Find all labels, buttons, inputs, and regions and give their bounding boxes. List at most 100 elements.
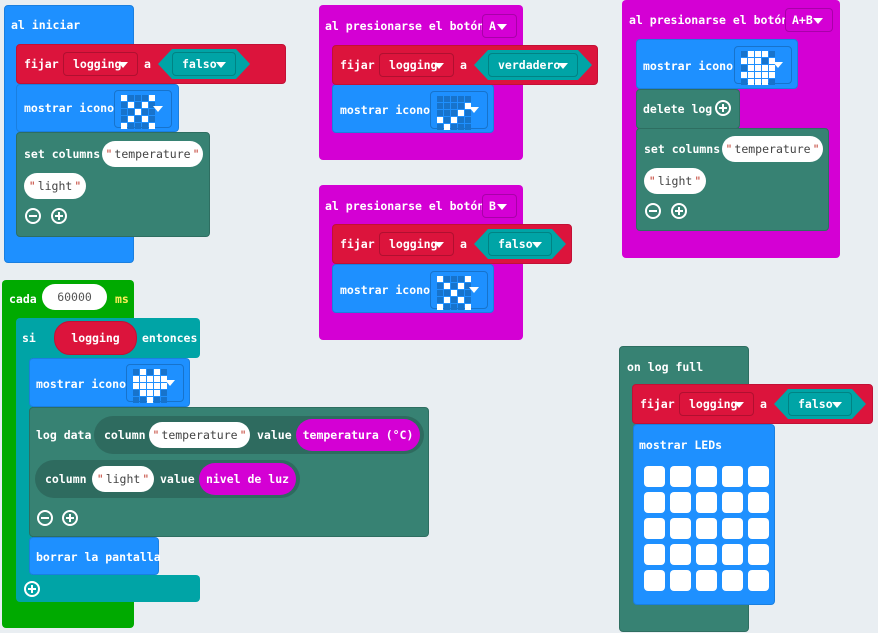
led-cell[interactable] — [696, 544, 717, 565]
led-cell[interactable] — [748, 466, 769, 487]
icon-pixel — [147, 390, 153, 396]
plus-icon[interactable] — [671, 203, 687, 219]
column-string-temperature[interactable]: temperature — [149, 422, 250, 448]
clear-screen-block[interactable]: borrar la pantalla — [29, 537, 161, 575]
button-dropdown[interactable]: B — [482, 194, 517, 218]
led-cell[interactable] — [696, 466, 717, 487]
set-variable-block[interactable]: fijar logging a falso — [16, 44, 286, 84]
led-cell[interactable] — [722, 570, 743, 591]
set-label: fijar — [24, 57, 59, 71]
boolean-dropdown[interactable]: falso — [172, 52, 236, 76]
to-label: a — [144, 57, 151, 71]
show-icon-block[interactable]: mostrar icono — [29, 358, 190, 407]
plus-icon[interactable] — [51, 208, 67, 224]
set-columns-block[interactable]: set columns temperature light — [16, 132, 210, 237]
minus-icon[interactable] — [645, 203, 661, 219]
minus-icon[interactable] — [37, 510, 53, 526]
button-dropdown[interactable]: A+B — [785, 8, 833, 32]
variable-dropdown[interactable]: logging — [63, 52, 138, 76]
clear-screen-label: borrar la pantalla — [36, 550, 161, 564]
icon-pixel — [161, 390, 167, 396]
plus-icon[interactable] — [715, 100, 731, 116]
icon-pixel — [437, 124, 443, 130]
column-string-temperature[interactable]: temperature — [102, 141, 203, 167]
column-string-light[interactable]: light — [644, 168, 706, 194]
set-variable-block[interactable]: fijar logging a verdadero — [332, 45, 598, 85]
minus-icon[interactable] — [25, 208, 41, 224]
icon-pixel — [762, 58, 768, 64]
temperature-reporter[interactable]: temperatura (°C) — [296, 419, 420, 451]
led-cell[interactable] — [748, 492, 769, 513]
boolean-block[interactable]: falso — [158, 49, 250, 79]
led-cell[interactable] — [696, 492, 717, 513]
led-cell[interactable] — [696, 570, 717, 591]
led-cell[interactable] — [670, 518, 691, 539]
led-cell[interactable] — [644, 544, 665, 565]
led-cell[interactable] — [748, 570, 769, 591]
variable-dropdown[interactable]: logging — [379, 53, 454, 77]
led-cell[interactable] — [722, 518, 743, 539]
icon-picker[interactable] — [126, 364, 184, 403]
boolean-dropdown[interactable]: verdadero — [488, 53, 578, 77]
column-string-light[interactable]: light — [24, 173, 86, 199]
boolean-block[interactable]: falso — [774, 389, 866, 419]
light-level-reporter[interactable]: nivel de luz — [199, 463, 296, 495]
led-cell[interactable] — [748, 518, 769, 539]
log-data-block[interactable]: log data column temperature value temper… — [29, 407, 429, 537]
delete-log-block[interactable]: delete log — [636, 89, 740, 129]
icon-picker[interactable] — [430, 271, 488, 310]
led-cell[interactable] — [670, 570, 691, 591]
led-cell[interactable] — [670, 492, 691, 513]
show-leds-block[interactable]: mostrar LEDs — [633, 424, 775, 605]
show-icon-block[interactable]: mostrar icono — [636, 39, 798, 89]
led-cell[interactable] — [722, 466, 743, 487]
set-label: fijar — [340, 58, 375, 72]
plus-icon[interactable] — [24, 581, 40, 597]
led-grid[interactable] — [644, 466, 769, 591]
boolean-dropdown[interactable]: falso — [488, 232, 552, 256]
led-cell[interactable] — [644, 570, 665, 591]
column-value-2[interactable]: column light value nivel de luz — [35, 460, 300, 498]
interval-dropdown[interactable]: 60000 — [42, 284, 107, 310]
led-cell[interactable] — [644, 492, 665, 513]
show-icon-block[interactable]: mostrar icono — [16, 84, 179, 132]
set-variable-block[interactable]: fijar logging a falso — [332, 224, 572, 264]
led-cell[interactable] — [696, 518, 717, 539]
icon-pixel — [154, 383, 160, 389]
plus-icon[interactable] — [62, 510, 78, 526]
icon-pixel — [465, 110, 471, 116]
boolean-dropdown[interactable]: falso — [788, 392, 852, 416]
button-dropdown[interactable]: A — [482, 14, 517, 38]
icon-pixel — [444, 117, 450, 123]
variable-dropdown[interactable]: logging — [679, 392, 754, 416]
led-cell[interactable] — [748, 544, 769, 565]
ab_icon-icon — [741, 51, 775, 85]
icon-picker[interactable] — [114, 90, 172, 129]
icon-pixel — [748, 51, 754, 57]
column-value-1[interactable]: column temperature value temperatura (°C… — [94, 416, 424, 454]
column-string-light[interactable]: light — [92, 466, 154, 492]
boolean-block[interactable]: verdadero — [474, 50, 592, 80]
icon-pixel — [142, 123, 148, 129]
icon-pixel — [741, 79, 747, 85]
icon-pixel — [140, 390, 146, 396]
set-columns-block[interactable]: set columns temperature light — [636, 128, 829, 231]
led-cell[interactable] — [722, 544, 743, 565]
boolean-block[interactable]: falso — [474, 229, 566, 259]
variable-dropdown[interactable]: logging — [379, 232, 454, 256]
show-icon-block[interactable]: mostrar icono — [332, 264, 494, 313]
led-cell[interactable] — [644, 466, 665, 487]
led-cell[interactable] — [722, 492, 743, 513]
icon-pixel — [748, 72, 754, 78]
led-cell[interactable] — [644, 518, 665, 539]
set-variable-block[interactable]: fijar logging a falso — [632, 384, 873, 424]
led-cell[interactable] — [670, 544, 691, 565]
icon-picker[interactable] — [734, 46, 792, 85]
icon-picker[interactable] — [430, 91, 488, 130]
icon-pixel — [451, 96, 457, 102]
column-string-temperature[interactable]: temperature — [722, 136, 823, 162]
show-icon-block[interactable]: mostrar icono — [332, 84, 494, 133]
if-block[interactable]: si logging entonces — [16, 318, 200, 358]
condition-variable[interactable]: logging — [54, 321, 137, 355]
led-cell[interactable] — [670, 466, 691, 487]
